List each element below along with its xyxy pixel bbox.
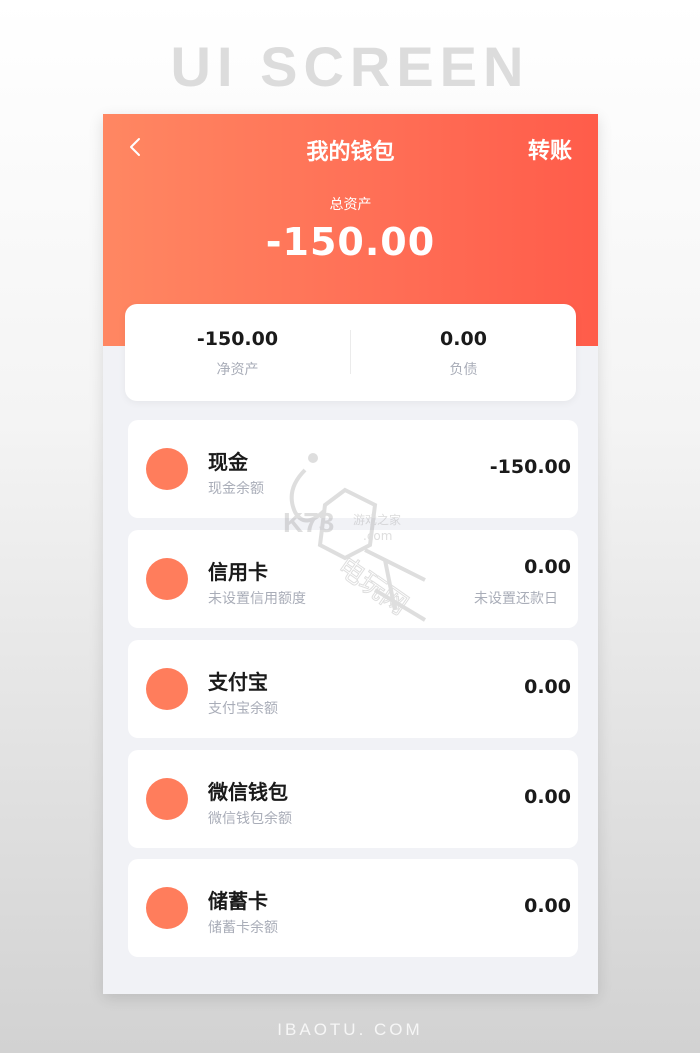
account-icon (146, 668, 188, 710)
account-icon (146, 887, 188, 929)
mockup-title: UI SCREEN (170, 35, 530, 98)
footer-watermark: IBAOTU. COM (277, 1020, 423, 1039)
account-name: 支付宝 (208, 670, 268, 694)
account-amount: 0.00 (524, 786, 571, 808)
transfer-button[interactable]: 转账 (528, 133, 572, 165)
account-item-wechat-wallet[interactable]: 微信钱包 微信钱包余额 0.00 (128, 750, 578, 848)
liabilities-section[interactable]: 0.00 负债 (351, 304, 576, 401)
account-amount: -150.00 (489, 456, 571, 478)
account-name: 微信钱包 (208, 780, 288, 804)
summary-card: -150.00 净资产 0.00 负债 (125, 304, 576, 401)
account-item-alipay[interactable]: 支付宝 支付宝余额 0.00 (128, 640, 578, 738)
account-icon (146, 558, 188, 600)
net-assets-section[interactable]: -150.00 净资产 (125, 304, 350, 401)
watermark-brand: K73 (283, 507, 334, 538)
account-subtitle: 微信钱包余额 (208, 811, 292, 827)
account-amount: 0.00 (524, 556, 571, 578)
account-name: 储蓄卡 (208, 889, 268, 913)
account-amount: 0.00 (524, 676, 571, 698)
account-subtitle: 支付宝余额 (208, 701, 278, 717)
account-icon (146, 778, 188, 820)
net-assets-label: 净资产 (216, 362, 259, 378)
watermark-domain: .com (363, 529, 392, 543)
watermark-site: 电玩网 (332, 552, 413, 621)
account-icon (146, 448, 188, 490)
k73-watermark-logo: K73 游戏之家 .com 电玩网 (283, 453, 427, 622)
total-assets-label: 总资产 (329, 197, 372, 213)
liabilities-value: 0.00 (440, 328, 487, 350)
account-name: 现金 (208, 450, 248, 474)
account-subtitle: 现金余额 (208, 481, 264, 497)
watermark-tagline: 游戏之家 (353, 512, 401, 527)
net-assets-value: -150.00 (196, 328, 279, 350)
repayment-date-note: 未设置还款日 (474, 591, 558, 607)
account-item-debit-card[interactable]: 储蓄卡 储蓄卡余额 0.00 (128, 859, 578, 957)
nav-bar: 我的钱包 转账 (103, 128, 598, 168)
total-assets-value: -150.00 (265, 220, 436, 264)
liabilities-label: 负债 (449, 362, 478, 378)
account-subtitle: 储蓄卡余额 (208, 920, 278, 936)
page-title: 我的钱包 (306, 140, 395, 165)
account-amount: 0.00 (524, 895, 571, 917)
account-name: 信用卡 (208, 560, 268, 584)
